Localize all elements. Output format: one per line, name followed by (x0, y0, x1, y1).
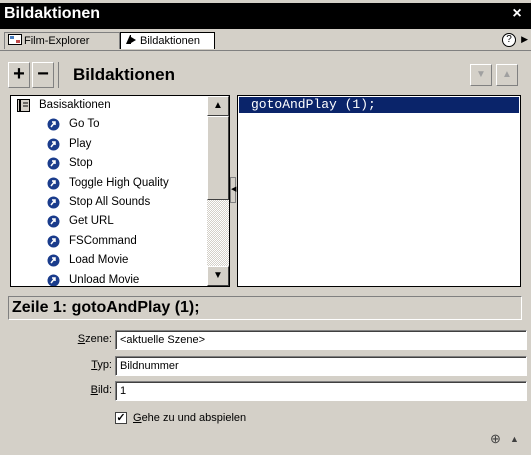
film-explorer-icon (8, 34, 22, 45)
toolbar-title: Bildaktionen (58, 62, 458, 88)
actions-icon (126, 35, 136, 44)
action-icon (47, 157, 60, 170)
list-item[interactable]: Stop (11, 154, 207, 173)
actions-list: Basisaktionen Go To Play Stop Toggle Hig… (10, 95, 230, 287)
move-down-button[interactable]: ▼ (470, 64, 492, 86)
scrollbar-thumb[interactable] (207, 116, 229, 200)
action-icon (47, 118, 60, 131)
list-item[interactable]: Toggle High Quality (11, 174, 207, 193)
tab-film-explorer-label: Film-Explorer (24, 35, 90, 47)
list-item-label: Load Movie (69, 254, 129, 267)
szene-label: Szene: (77, 333, 112, 345)
help-icon[interactable]: ? (502, 33, 516, 47)
action-icon (47, 235, 60, 248)
close-icon[interactable]: × (509, 6, 525, 22)
action-icon (47, 177, 60, 190)
list-item[interactable]: Play (11, 135, 207, 154)
move-up-button[interactable]: ▲ (496, 64, 518, 86)
list-item[interactable]: Unload Movie (11, 271, 207, 286)
list-item-label: Play (69, 137, 92, 150)
tab-bildaktionen-label: Bildaktionen (140, 35, 200, 47)
list-item-label: Go To (69, 118, 100, 131)
action-icon (47, 215, 60, 228)
bild-field[interactable]: 1 (115, 381, 527, 401)
actions-toolbar: + − Bildaktionen ▼ ▲ (8, 62, 522, 88)
bild-label: Bild: (90, 384, 112, 396)
scroll-down-arrow-icon[interactable]: ▼ (207, 266, 229, 286)
add-action-button[interactable]: + (8, 62, 30, 88)
script-editor[interactable]: gotoAndPlay (1); (237, 95, 521, 287)
goto-and-play-checkbox[interactable]: ✓ (115, 412, 127, 424)
list-item-label: FSCommand (69, 234, 137, 247)
pane-splitter[interactable]: ◀ (230, 95, 237, 287)
goto-and-play-label: Gehe zu und abspielen (133, 412, 247, 424)
tab-bar: Film-Explorer Bildaktionen ? ▶ (0, 29, 531, 51)
action-icon (47, 196, 60, 209)
panel-title: Bildaktionen (4, 5, 101, 22)
list-category-label: Basisaktionen (39, 99, 111, 111)
collapse-up-icon[interactable]: ▲ (510, 434, 519, 444)
list-item[interactable]: Load Movie (11, 251, 207, 270)
list-item[interactable]: Get URL (11, 212, 207, 231)
typ-label: Typ: (91, 359, 112, 371)
script-line-selected[interactable]: gotoAndPlay (1); (239, 97, 519, 113)
scrollbar-track[interactable] (207, 200, 229, 266)
tab-film-explorer[interactable]: Film-Explorer (4, 32, 120, 49)
list-item-label: Toggle High Quality (69, 176, 169, 189)
scroll-up-arrow-icon[interactable]: ▲ (207, 96, 229, 116)
collapse-left-icon[interactable]: ◀ (230, 177, 236, 203)
panel-title-bar[interactable]: Bildaktionen × (0, 3, 531, 29)
action-icon (47, 254, 60, 267)
actions-list-items: Basisaktionen Go To Play Stop Toggle Hig… (11, 96, 207, 286)
list-item-label: Get URL (69, 215, 114, 228)
actions-list-scrollbar[interactable]: ▲ ▼ (207, 96, 229, 286)
list-item[interactable]: Stop All Sounds (11, 193, 207, 212)
list-item-label: Stop All Sounds (69, 195, 151, 208)
typ-field[interactable]: Bildnummer (115, 356, 527, 376)
action-icon (47, 274, 60, 286)
actions-panel: Bildaktionen × Film-Explorer Bildaktione… (0, 0, 531, 455)
list-item[interactable]: Go To (11, 115, 207, 134)
selected-line-status: Zeile 1: gotoAndPlay (1); (8, 296, 522, 320)
list-category-basisaktionen[interactable]: Basisaktionen (11, 96, 207, 115)
list-item-label: Unload Movie (69, 273, 140, 286)
target-icon[interactable]: ⊕ (490, 432, 502, 445)
list-item[interactable]: FSCommand (11, 232, 207, 251)
book-icon (17, 99, 30, 112)
tab-bildaktionen[interactable]: Bildaktionen (120, 32, 215, 49)
panel-menu-icon[interactable]: ▶ (521, 34, 528, 45)
remove-action-button[interactable]: − (32, 62, 54, 88)
action-icon (47, 138, 60, 151)
szene-field[interactable]: <aktuelle Szene> (115, 330, 527, 350)
list-item-label: Stop (69, 157, 93, 170)
